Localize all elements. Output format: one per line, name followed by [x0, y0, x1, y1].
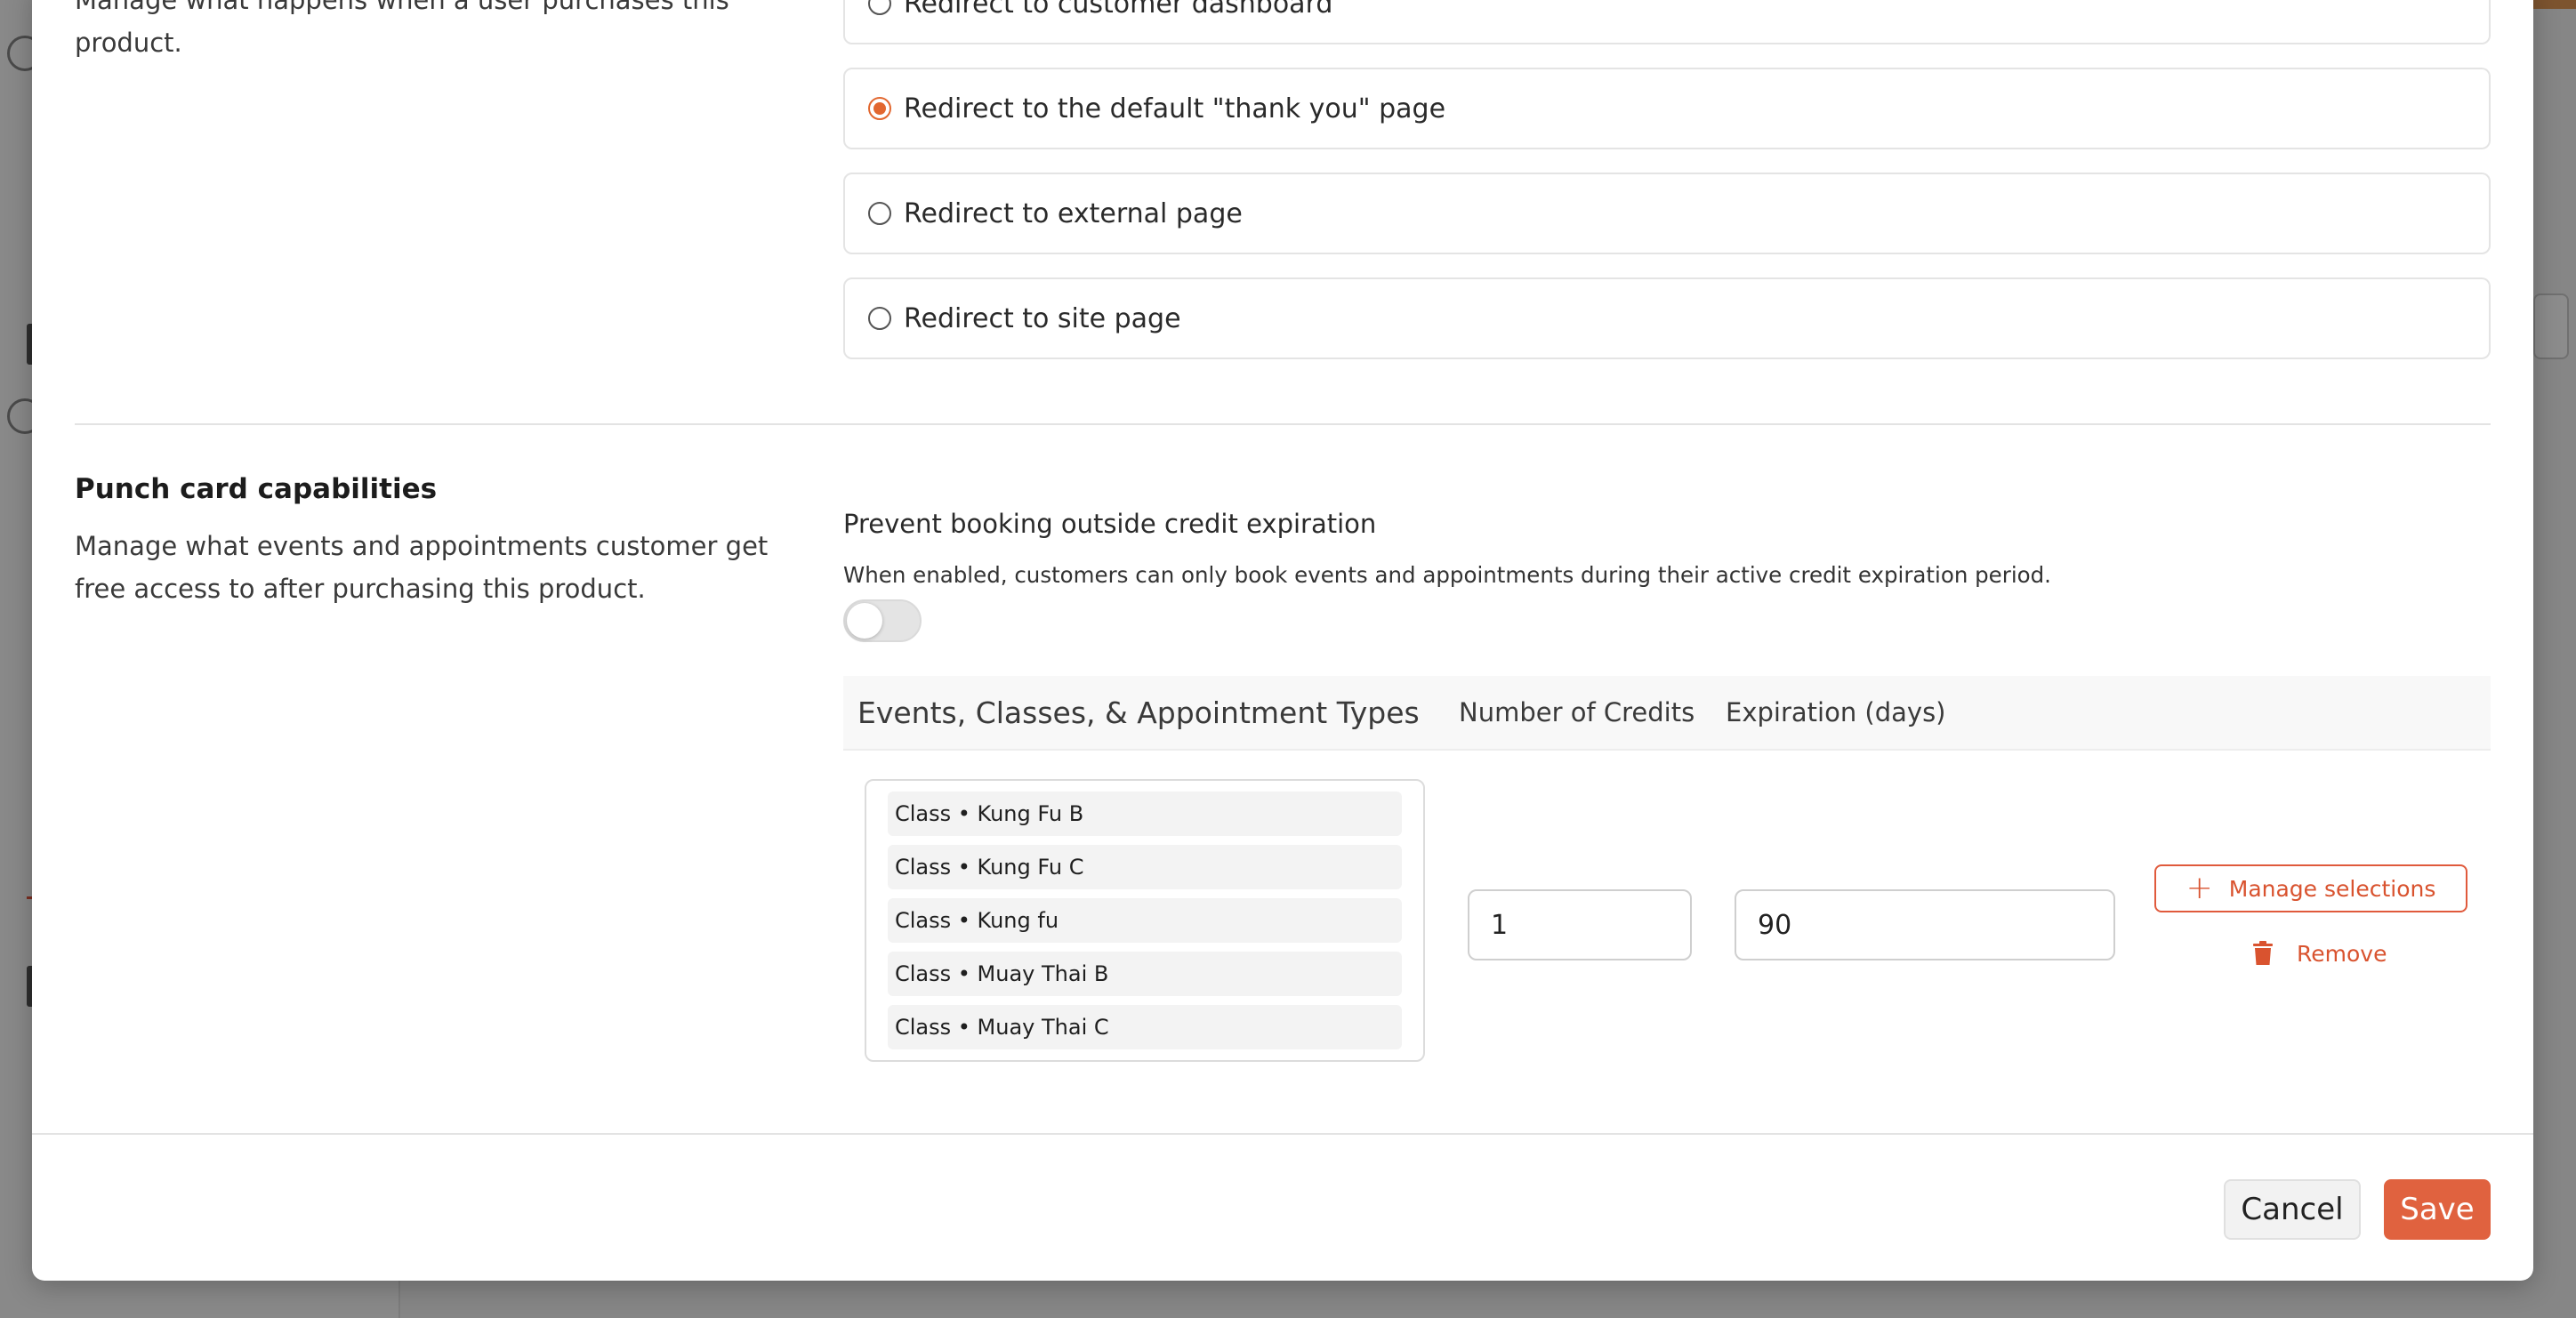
- list-item: Class • Kung Fu B: [888, 792, 1402, 836]
- radio-option-site-page[interactable]: Redirect to site page: [843, 277, 2491, 359]
- expiration-input[interactable]: [1735, 889, 2115, 960]
- radio-option-customer-dashboard[interactable]: Redirect to customer dashboard: [843, 0, 2491, 44]
- radio-label: Redirect to site page: [904, 302, 1181, 334]
- list-item: Class • Kung Fu C: [888, 845, 1402, 889]
- radio-button[interactable]: [868, 202, 891, 225]
- plus-icon: +: [2186, 870, 2213, 906]
- table-header-divider: [843, 749, 2491, 751]
- prevent-booking-label: Prevent booking outside credit expiratio…: [843, 509, 1377, 539]
- list-item: Class • Muay Thai B: [888, 952, 1402, 996]
- radio-label: Redirect to external page: [904, 197, 1243, 229]
- radio-button-selected[interactable]: [868, 97, 891, 120]
- column-header-credits: Number of Credits: [1459, 697, 1695, 727]
- save-button[interactable]: Save: [2384, 1179, 2491, 1240]
- radio-option-external-page[interactable]: Redirect to external page: [843, 173, 2491, 254]
- trash-icon: [2253, 941, 2273, 965]
- manage-selections-label: Manage selections: [2228, 875, 2436, 902]
- prevent-booking-toggle[interactable]: [843, 599, 922, 642]
- column-header-expiration: Expiration (days): [1726, 697, 1946, 727]
- product-settings-modal: Manage what happens when a user purchase…: [32, 0, 2533, 1281]
- credits-input[interactable]: [1468, 889, 1692, 960]
- manage-selections-button[interactable]: + Manage selections: [2154, 864, 2467, 912]
- capabilities-table-header: Events, Classes, & Appointment Types Num…: [843, 676, 2491, 749]
- purchase-section-description: Manage what happens when a user purchase…: [75, 0, 729, 58]
- radio-button[interactable]: [868, 307, 891, 330]
- radio-label: Redirect to customer dashboard: [904, 0, 1333, 20]
- selected-items-list[interactable]: Class • Kung Fu B Class • Kung Fu C Clas…: [865, 779, 1425, 1062]
- punch-card-description: Manage what events and appointments cust…: [75, 531, 769, 604]
- radio-option-thank-you-page[interactable]: Redirect to the default "thank you" page: [843, 68, 2491, 149]
- column-header-types: Events, Classes, & Appointment Types: [857, 695, 1420, 730]
- section-divider: [75, 423, 2491, 425]
- remove-label: Remove: [2297, 940, 2387, 967]
- punch-card-title: Punch card capabilities: [75, 473, 438, 505]
- remove-button[interactable]: Remove: [2252, 936, 2387, 971]
- radio-button[interactable]: [868, 0, 891, 15]
- list-item: Class • Kung fu: [888, 898, 1402, 943]
- cancel-button[interactable]: Cancel: [2224, 1179, 2361, 1240]
- radio-label: Redirect to the default "thank you" page: [904, 92, 1446, 125]
- list-item: Class • Muay Thai C: [888, 1005, 1402, 1049]
- footer-divider: [32, 1133, 2533, 1135]
- prevent-booking-help: When enabled, customers can only book ev…: [843, 562, 2051, 588]
